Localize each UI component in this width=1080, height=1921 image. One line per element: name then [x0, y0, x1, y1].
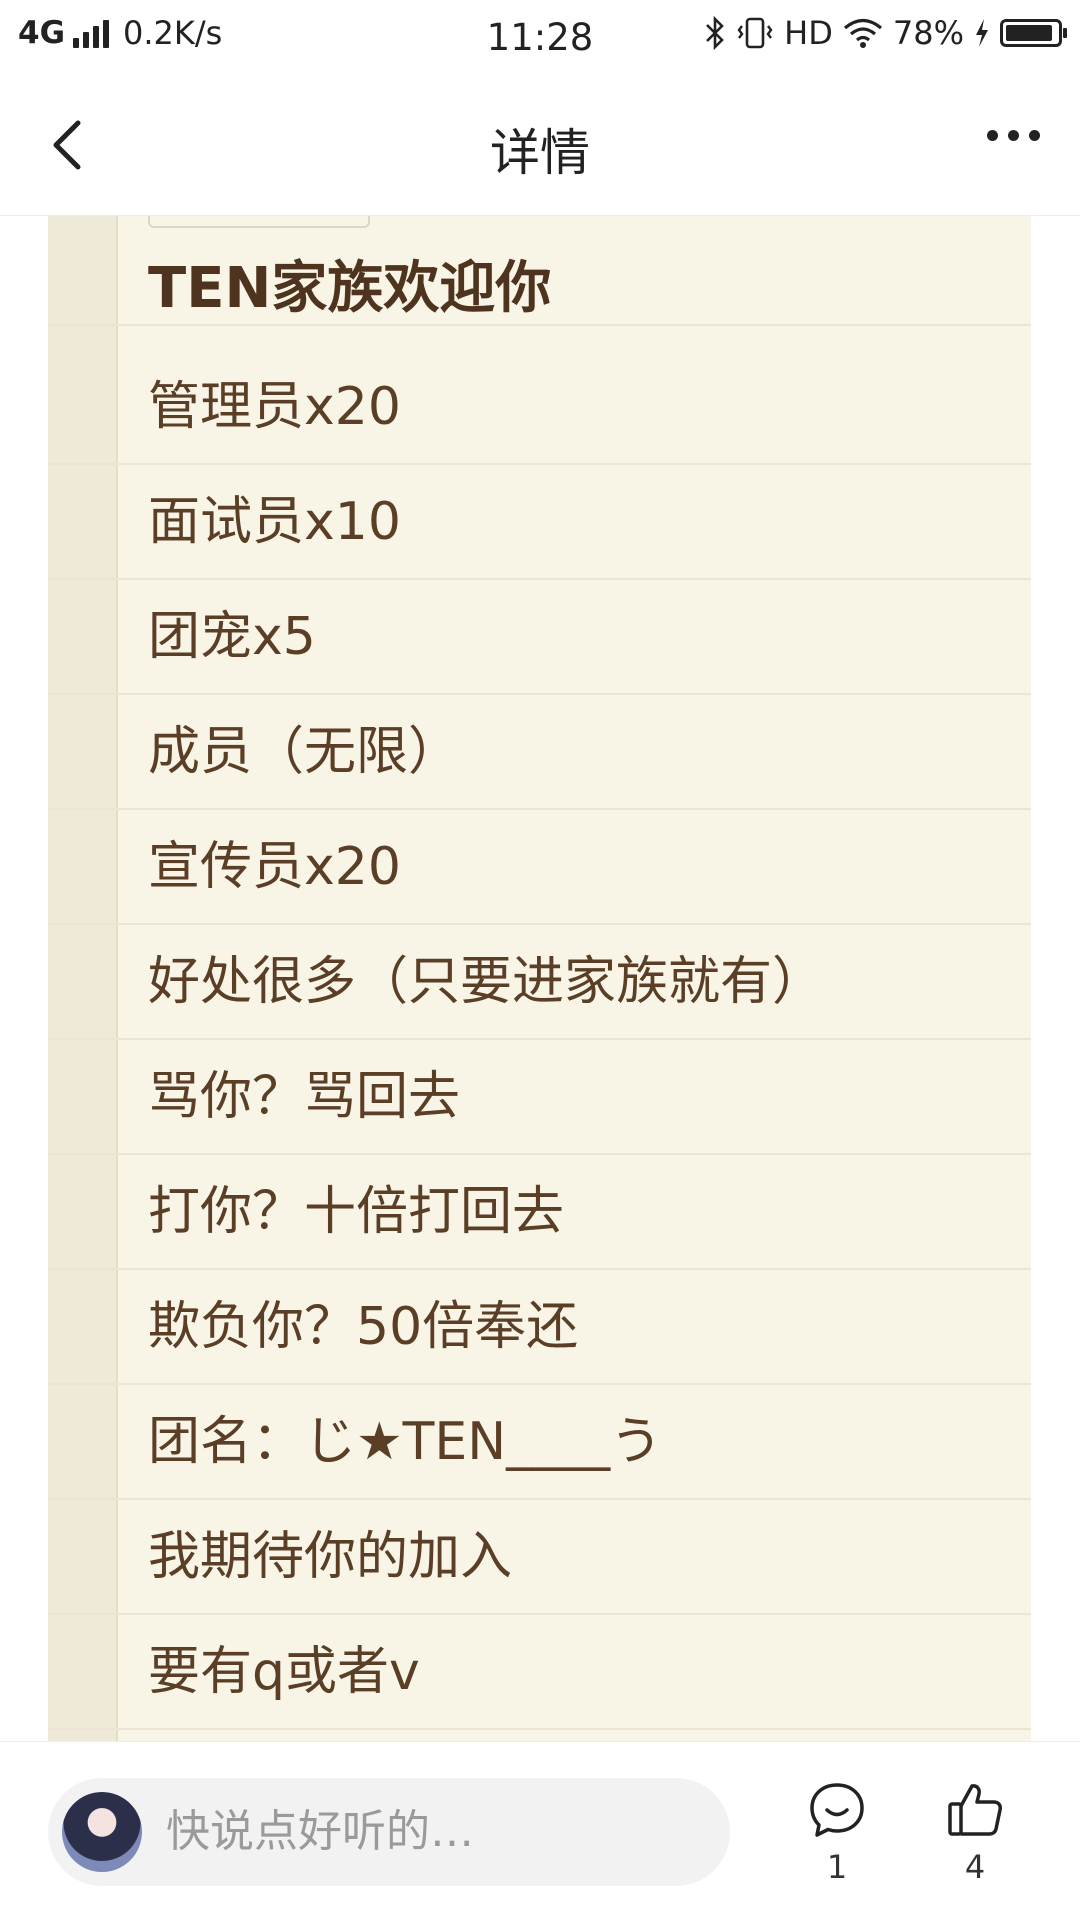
- note-line-text: 管理员x20: [148, 377, 401, 437]
- comment-button[interactable]: 1: [797, 1780, 877, 1886]
- wifi-icon: [843, 18, 882, 48]
- note-heading-row: TEN家族欢迎你: [48, 216, 1031, 326]
- note-line-text: 面试员x10: [148, 492, 401, 552]
- bottom-bar: 快说点好听的… 1 4: [0, 1741, 1080, 1921]
- bluetooth-icon: [706, 16, 725, 50]
- status-right: HD 78%: [704, 14, 1067, 52]
- note-heading: TEN家族欢迎你: [148, 256, 552, 321]
- status-bar: 4G 0.2K/s 11:28 HD 78%: [0, 0, 1080, 75]
- note-line: 要有q或者v: [48, 1615, 1031, 1730]
- nav-bar: 详情: [0, 75, 1080, 216]
- note-line: 成员（无限）: [48, 695, 1031, 810]
- comment-icon: [810, 1783, 864, 1837]
- note-image: TEN家族欢迎你 管理员x20 面试员x10 团宠x5 成员（无限） 宣传员x2…: [48, 216, 1031, 1741]
- note-line: 面试员x10: [48, 465, 1031, 580]
- note-line: 团名：じ★TEN____う: [48, 1385, 1031, 1500]
- note-line-text: 好处很多（只要进家族就有）: [148, 952, 825, 1012]
- hd-indicator: HD: [784, 14, 833, 52]
- note-line-text: 欺负你？50倍奉还: [148, 1297, 579, 1357]
- more-icon[interactable]: [987, 130, 1040, 141]
- like-button[interactable]: 4: [935, 1780, 1015, 1886]
- note-line: 打你？十倍打回去: [48, 1155, 1031, 1270]
- note-line: 欺负你？50倍奉还: [48, 1270, 1031, 1385]
- thumbs-up-icon: [948, 1784, 1002, 1836]
- note-line-text: 宣传员x20: [148, 837, 401, 897]
- note-line: 宣传员x20: [48, 810, 1031, 925]
- note-line-text: 成员（无限）: [148, 722, 461, 782]
- note-line: 好处很多（只要进家族就有）: [48, 925, 1031, 1040]
- post-content: TEN家族欢迎你 管理员x20 面试员x10 团宠x5 成员（无限） 宣传员x2…: [0, 216, 1080, 1741]
- note-line-text: 团宠x5: [148, 607, 316, 667]
- note-line: 团宠x5: [48, 580, 1031, 695]
- like-count: 4: [964, 1848, 986, 1886]
- note-line: 我期待你的加入: [48, 1500, 1031, 1615]
- vibrate-icon: [737, 17, 773, 49]
- battery-icon: [1000, 19, 1067, 47]
- comment-placeholder: 快说点好听的…: [166, 1806, 474, 1857]
- avatar: [62, 1792, 142, 1872]
- note-line: 骂你？骂回去: [48, 1040, 1031, 1155]
- note-line-text: 骂你？骂回去: [148, 1067, 461, 1127]
- note-line-text: 团名：じ★TEN____う: [148, 1412, 663, 1472]
- battery-percent: 78%: [892, 14, 964, 52]
- comment-count: 1: [826, 1848, 848, 1886]
- note-line-text: 要有q或者v: [148, 1642, 420, 1702]
- page-title: 详情: [490, 124, 590, 182]
- comment-input[interactable]: 快说点好听的…: [48, 1778, 730, 1886]
- note-line-text: 打你？十倍打回去: [148, 1182, 565, 1242]
- note-line: 管理员x20: [48, 350, 1031, 465]
- note-line-text: 我期待你的加入: [148, 1527, 513, 1587]
- charging-icon: [976, 19, 988, 47]
